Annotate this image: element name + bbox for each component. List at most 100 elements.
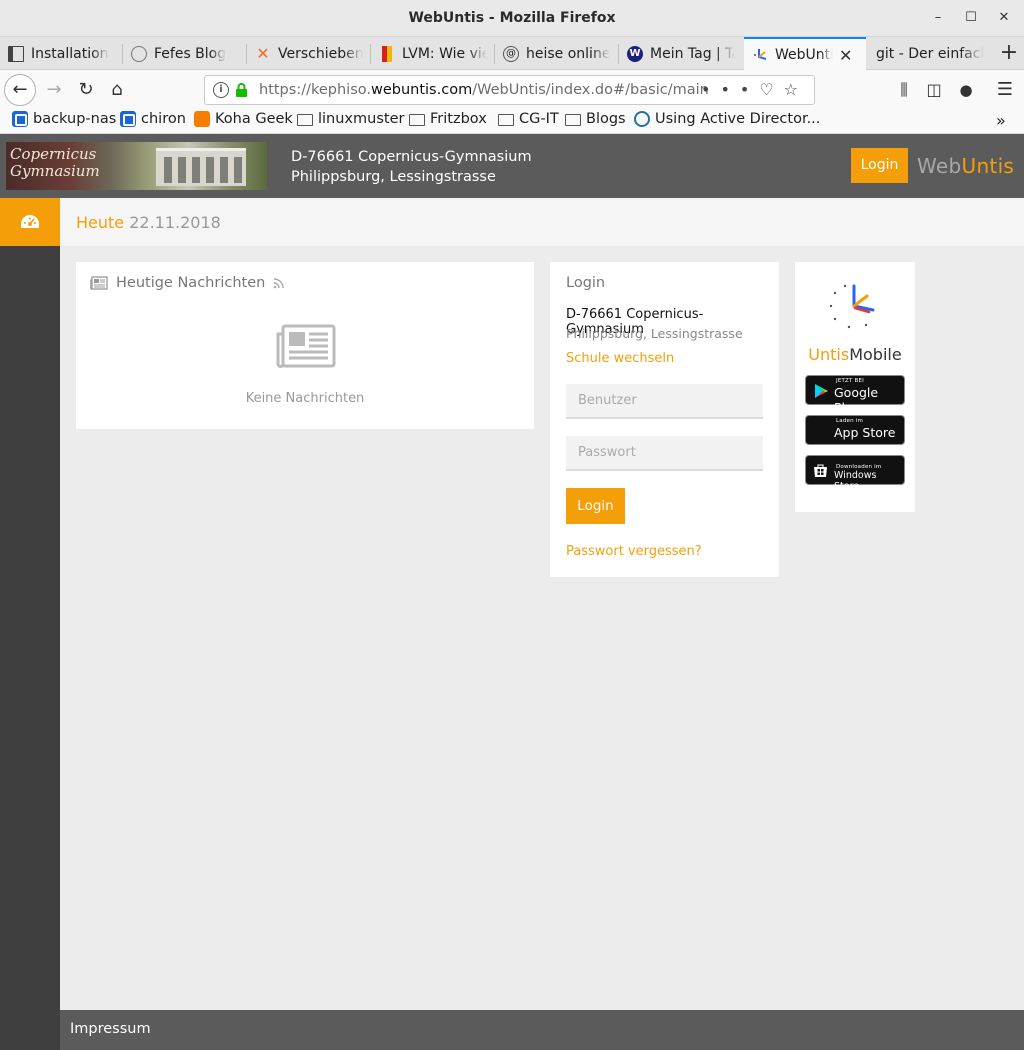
page-title: Heute 22.11.2018 — [76, 213, 221, 232]
tab-verschieben[interactable]: ✕ Verschieben — [247, 37, 371, 70]
untis-mobile-title: UntisMobile — [808, 345, 902, 364]
navigation-bar: ← → ↻ ⌂ i https://kephiso.webuntis.com/W… — [0, 70, 1024, 109]
bookmark-blogs[interactable]: Blogs — [565, 111, 626, 127]
news-card: Heutige Nachrichten Keine Nachrichten — [76, 262, 534, 429]
fefe-icon — [131, 45, 147, 62]
google-play-icon — [815, 384, 828, 398]
bookmark-cg-it[interactable]: CG-IT — [498, 111, 559, 127]
header-login-button[interactable]: Login — [851, 148, 908, 183]
untis-icon — [752, 47, 768, 63]
newspaper-icon — [276, 324, 336, 368]
tab-label: WebUntis — [775, 47, 833, 63]
school-name: D-76661 Copernicus-Gymnasium — [291, 149, 532, 165]
reload-button[interactable]: ↻ — [72, 76, 100, 104]
close-tab-icon[interactable]: ✕ — [839, 46, 852, 65]
school-logo-text: Copernicus Gymnasium — [10, 145, 100, 180]
minimize-button[interactable]: – — [928, 8, 948, 28]
no-news-text: Keine Nachrichten — [245, 391, 365, 406]
school-city: Philippsburg, Lessingstrasse — [291, 169, 496, 185]
rss-icon[interactable] — [273, 277, 285, 289]
bookmark-koha-geek[interactable]: Koha Geek — [194, 111, 293, 127]
tab-label: Verschieben — [278, 45, 363, 62]
folder-icon — [498, 114, 514, 126]
bookmark-star-icon: ☆ — [783, 80, 808, 99]
folder-icon — [565, 114, 581, 126]
bookmark-icon — [12, 111, 28, 127]
login-school-city: Philippsburg, Lessingstrasse — [566, 326, 743, 341]
impressum-link[interactable]: Impressum — [70, 1021, 151, 1037]
app-footer: Impressum — [60, 1010, 1024, 1050]
x-icon: ✕ — [256, 43, 270, 63]
bookmark-icon — [120, 111, 136, 127]
tab-heise[interactable]: @ heise online — [495, 37, 619, 70]
wordpress-icon — [634, 111, 650, 127]
tab-mein-tag[interactable]: W Mein Tag | Ta — [619, 37, 743, 70]
sidebar-toggle-icon[interactable]: ◫ — [920, 76, 948, 104]
tab-label: Installation — [31, 45, 109, 62]
pocket-icon: ♡ — [759, 80, 784, 99]
page-subheader: Heute 22.11.2018 — [60, 198, 1024, 246]
lock-icon — [236, 83, 247, 97]
folder-icon — [297, 114, 313, 126]
tab-label: Mein Tag | Ta — [650, 45, 735, 62]
switch-school-link[interactable]: Schule wechseln — [566, 351, 674, 366]
maximize-button[interactable]: ☐ — [961, 8, 981, 28]
login-button[interactable]: Login — [566, 488, 625, 524]
bookmarks-bar: backup-nas chiron Koha Geek linuxmuster … — [0, 109, 1024, 134]
app-store-badge[interactable]: Laden im App Store — [805, 415, 905, 445]
school-banner-image: Copernicus Gymnasium — [6, 142, 267, 190]
doc-icon — [8, 45, 24, 62]
forgot-password-link[interactable]: Passwort vergessen? — [566, 544, 702, 559]
tab-installation[interactable]: Installation — [0, 37, 123, 70]
extension-icon[interactable]: ● — [952, 76, 980, 104]
blogger-icon — [194, 111, 210, 127]
forward-button[interactable]: → — [40, 76, 68, 104]
login-title: Login — [566, 275, 606, 291]
webuntis-logo: WebUntis — [917, 154, 1015, 178]
url-text[interactable]: https://kephiso.webuntis.com/WebUntis/in… — [259, 82, 709, 98]
page-actions[interactable]: •••♡☆ — [701, 80, 808, 99]
bookmark-linuxmuster[interactable]: linuxmuster — [297, 111, 404, 127]
tab-label: heise online — [526, 45, 611, 62]
bookmark-fritzbox[interactable]: Fritzbox — [409, 111, 487, 127]
bookmark-active-directory[interactable]: Using Active Director... — [634, 111, 820, 127]
tab-webuntis[interactable]: WebUntis ✕ — [744, 37, 866, 71]
google-play-badge[interactable]: JETZT BEI Google Play — [805, 375, 905, 415]
untis-mobile-card: UntisMobile JETZT BEI Google Play Laden i… — [795, 262, 915, 512]
dashboard-icon — [21, 215, 39, 228]
new-tab-button[interactable]: + — [994, 37, 1024, 70]
tab-label: git - Der einfach — [876, 45, 984, 62]
app-header: Copernicus Gymnasium D-76661 Copernicus-… — [0, 134, 1024, 198]
newspaper-small-icon — [90, 276, 108, 290]
menu-icon[interactable]: ☰ — [991, 76, 1019, 104]
library-icon[interactable]: ⫼ — [890, 76, 918, 104]
info-icon[interactable]: i — [213, 82, 229, 98]
close-window-button[interactable]: ✕ — [994, 8, 1014, 28]
username-input[interactable] — [566, 384, 763, 419]
home-button[interactable]: ⌂ — [103, 76, 131, 104]
password-input[interactable] — [566, 436, 763, 471]
folder-icon — [409, 114, 425, 126]
at-icon: @ — [503, 45, 519, 62]
back-button[interactable]: ← — [4, 74, 36, 106]
lvm-icon — [382, 45, 392, 62]
dashboard-nav-item[interactable] — [0, 198, 60, 246]
news-header: Heutige Nachrichten — [90, 275, 285, 291]
untis-mobile-logo — [829, 284, 875, 329]
login-card: Login D-76661 Copernicus-Gymnasium Phili… — [550, 262, 779, 577]
more-bookmarks-icon[interactable]: » — [996, 111, 1006, 130]
bookmark-backup-nas[interactable]: backup-nas — [12, 111, 116, 127]
tab-lvm[interactable]: LVM: Wie vie — [371, 37, 495, 70]
tab-fefes-blog[interactable]: Fefes Blog — [123, 37, 247, 70]
window-titlebar: WebUntis - Mozilla Firefox – ☐ ✕ — [0, 0, 1024, 37]
news-title: Heutige Nachrichten — [116, 275, 266, 291]
sidebar — [0, 198, 60, 1050]
tab-label: LVM: Wie vie — [402, 45, 487, 62]
url-bar[interactable]: i https://kephiso.webuntis.com/WebUntis/… — [204, 75, 815, 105]
bookmark-chiron[interactable]: chiron — [120, 111, 186, 127]
tab-git[interactable]: git - Der einfach — [868, 37, 992, 70]
tab-bar: Installation Fefes Blog ✕ Verschieben LV… — [0, 37, 1024, 71]
school-info: D-76661 Copernicus-Gymnasium Philippsbur… — [291, 147, 532, 187]
windows-store-badge[interactable]: Downloaden im Windows Store — [805, 455, 905, 492]
date-label: 22.11.2018 — [129, 213, 221, 232]
